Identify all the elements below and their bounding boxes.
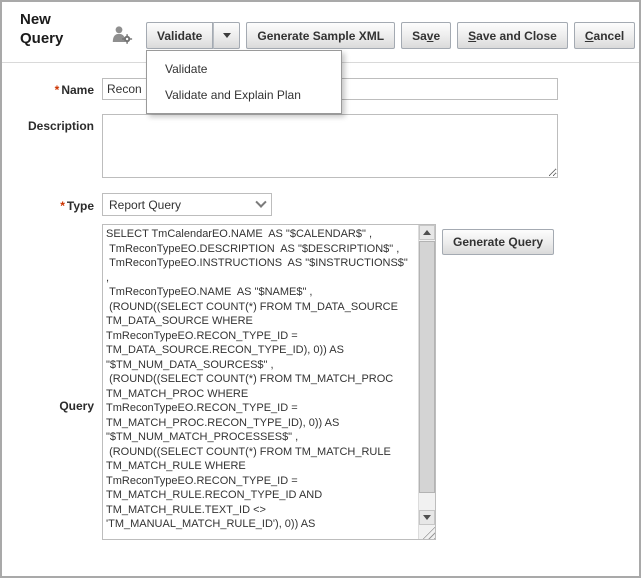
- description-textarea[interactable]: [102, 114, 558, 178]
- type-label: *Type: [2, 199, 94, 213]
- cancel-button[interactable]: Cancel: [574, 22, 635, 49]
- validate-split-button: Validate: [146, 22, 240, 49]
- type-select-value: Report Query: [109, 198, 181, 212]
- validate-menu: Validate Validate and Explain Plan: [146, 50, 342, 114]
- validate-dropdown-button[interactable]: [213, 22, 240, 49]
- validate-button[interactable]: Validate: [146, 22, 213, 49]
- description-label: Description: [2, 119, 94, 133]
- scroll-up-button[interactable]: [419, 225, 435, 240]
- required-marker: *: [55, 83, 60, 97]
- chevron-down-icon: [255, 196, 266, 207]
- scroll-down-button[interactable]: [419, 510, 435, 525]
- type-select[interactable]: Report Query: [102, 193, 272, 216]
- page-title: New Query: [20, 10, 94, 48]
- save-and-close-button[interactable]: Save and Close: [457, 22, 568, 49]
- generate-sample-xml-button[interactable]: Generate Sample XML: [246, 22, 395, 49]
- new-query-dialog: New Query Validate Generate Sample XML S…: [0, 0, 641, 578]
- required-marker: *: [60, 199, 65, 213]
- scroll-up-icon: [423, 230, 431, 235]
- query-label: Query: [2, 399, 94, 413]
- toolbar: Validate Generate Sample XML Save Save a…: [146, 22, 635, 49]
- query-scrollbar[interactable]: [418, 225, 435, 539]
- resize-grip-icon[interactable]: [421, 525, 435, 539]
- scrollbar-thumb[interactable]: [419, 241, 435, 493]
- user-settings-icon: [111, 25, 133, 45]
- menu-item-validate[interactable]: Validate: [147, 56, 341, 82]
- dropdown-arrow-icon: [223, 33, 231, 38]
- generate-query-button[interactable]: Generate Query: [442, 229, 554, 255]
- menu-item-validate-explain-plan[interactable]: Validate and Explain Plan: [147, 82, 341, 108]
- query-textarea[interactable]: SELECT TmCalendarEO.NAME AS "$CALENDAR$"…: [102, 224, 436, 540]
- name-label: *Name: [2, 83, 94, 97]
- query-text[interactable]: SELECT TmCalendarEO.NAME AS "$CALENDAR$"…: [103, 225, 418, 539]
- save-button[interactable]: Save: [401, 22, 451, 49]
- scroll-down-icon: [423, 515, 431, 520]
